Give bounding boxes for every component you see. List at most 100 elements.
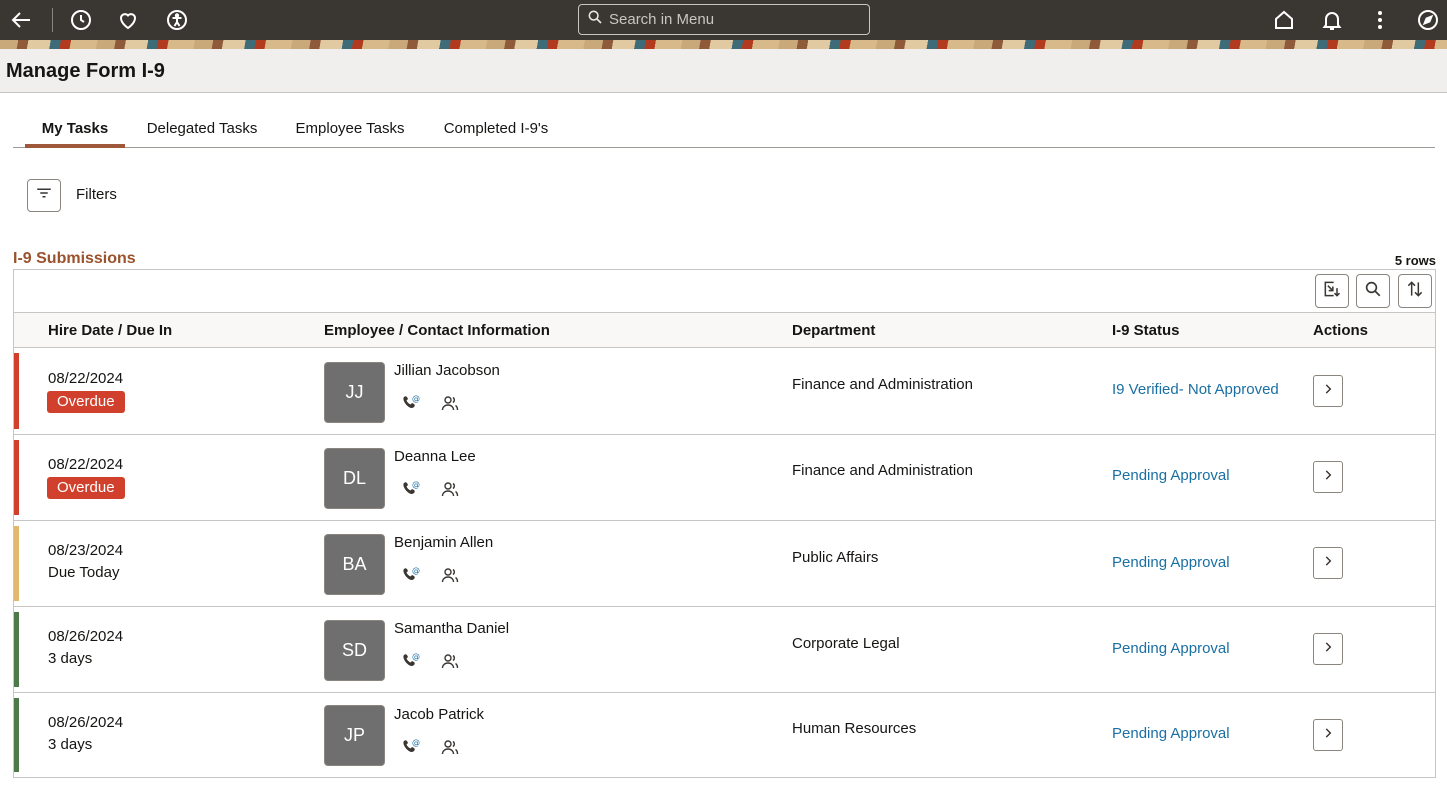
svg-text:@: @ — [412, 566, 420, 575]
decorative-banner — [0, 40, 1447, 49]
employee-name: Deanna Lee — [394, 448, 476, 465]
i9-status-link[interactable]: Pending Approval — [1112, 554, 1230, 571]
chevron-right-icon — [1321, 640, 1335, 659]
avatar: JP — [324, 705, 385, 766]
people-icon[interactable] — [440, 393, 460, 413]
employee-name: Jillian Jacobson — [394, 362, 500, 379]
i9-status-link[interactable]: Pending Approval — [1112, 467, 1230, 484]
contact-info-icon[interactable]: @ — [400, 565, 420, 585]
overdue-badge: Overdue — [47, 477, 125, 499]
tab-my-tasks[interactable]: My Tasks — [25, 108, 125, 148]
chevron-right-icon — [1321, 726, 1335, 745]
i9-status-link[interactable]: I9 Verified- Not Approved — [1112, 381, 1279, 398]
people-icon[interactable] — [440, 737, 460, 757]
export-icon — [1322, 279, 1342, 304]
column-header-employee[interactable]: Employee / Contact Information — [324, 322, 550, 339]
due-in-text: Due Today — [48, 564, 119, 581]
search-icon — [587, 9, 603, 30]
back-arrow-icon[interactable] — [6, 5, 36, 35]
search-input[interactable] — [609, 11, 859, 28]
department: Corporate Legal — [792, 635, 900, 652]
contact-info-icon[interactable]: @ — [400, 479, 420, 499]
row-action-button[interactable] — [1313, 375, 1343, 407]
table-row[interactable]: 08/23/2024 Due Today BA Benjamin Allen @… — [14, 521, 1435, 607]
tab-employee-tasks[interactable]: Employee Tasks — [292, 108, 408, 148]
due-in-text: 3 days — [48, 736, 92, 753]
favorites-heart-icon[interactable] — [113, 5, 143, 35]
column-header-department[interactable]: Department — [792, 322, 875, 339]
avatar: SD — [324, 620, 385, 681]
filters-label: Filters — [76, 186, 117, 203]
export-button[interactable] — [1315, 274, 1349, 308]
grid-title: I-9 Submissions — [13, 250, 136, 268]
i9-status-link[interactable]: Pending Approval — [1112, 640, 1230, 657]
row-action-button[interactable] — [1313, 461, 1343, 493]
due-status-bar — [14, 353, 19, 429]
sort-button[interactable] — [1398, 274, 1432, 308]
row-action-button[interactable] — [1313, 547, 1343, 579]
due-status-bar — [14, 526, 19, 601]
column-header-actions: Actions — [1313, 322, 1368, 339]
employee-name: Samantha Daniel — [394, 620, 509, 637]
column-header-hire-date[interactable]: Hire Date / Due In — [48, 322, 172, 339]
row-action-button[interactable] — [1313, 719, 1343, 751]
table-row[interactable]: 08/22/2024 Overdue JJ Jillian Jacobson @… — [14, 348, 1435, 435]
grid-toolbar — [14, 270, 1435, 313]
due-status-bar — [14, 612, 19, 687]
avatar: JJ — [324, 362, 385, 423]
more-actions-icon[interactable] — [1365, 5, 1395, 35]
table-row[interactable]: 08/26/2024 3 days JP Jacob Patrick @ Hum… — [14, 693, 1435, 777]
tab-completed-i9s[interactable]: Completed I-9's — [440, 108, 552, 148]
top-navigation-bar — [0, 0, 1447, 40]
navigator-compass-icon[interactable] — [1413, 5, 1443, 35]
employee-name: Jacob Patrick — [394, 706, 484, 723]
sort-icon — [1405, 279, 1425, 304]
hire-date: 08/23/2024 — [48, 542, 123, 559]
i9-status-link[interactable]: Pending Approval — [1112, 725, 1230, 742]
chevron-right-icon — [1321, 382, 1335, 401]
contact-info-icon[interactable]: @ — [400, 393, 420, 413]
people-icon[interactable] — [440, 565, 460, 585]
table-row[interactable]: 08/26/2024 3 days SD Samantha Daniel @ C… — [14, 607, 1435, 693]
contact-info-icon[interactable]: @ — [400, 737, 420, 757]
department: Human Resources — [792, 720, 916, 737]
hire-date: 08/26/2024 — [48, 714, 123, 731]
svg-text:@: @ — [412, 394, 420, 403]
toolbar-divider — [52, 8, 53, 32]
avatar: DL — [324, 448, 385, 509]
hire-date: 08/26/2024 — [48, 628, 123, 645]
menu-search-box[interactable] — [578, 4, 870, 35]
svg-text:@: @ — [412, 738, 420, 747]
tab-bar: My Tasks Delegated Tasks Employee Tasks … — [13, 108, 1435, 148]
column-header-i9-status[interactable]: I-9 Status — [1112, 322, 1180, 339]
department: Public Affairs — [792, 549, 878, 566]
table-row[interactable]: 08/22/2024 Overdue DL Deanna Lee @ Finan… — [14, 435, 1435, 521]
filter-icon — [35, 184, 53, 207]
grid-column-headers: Hire Date / Due In Employee / Contact In… — [14, 313, 1435, 348]
recent-history-icon[interactable] — [66, 5, 96, 35]
people-icon[interactable] — [440, 479, 460, 499]
row-count: 5 rows — [1395, 253, 1436, 268]
accessibility-icon[interactable] — [162, 5, 192, 35]
overdue-badge: Overdue — [47, 391, 125, 413]
home-icon[interactable] — [1269, 5, 1299, 35]
filters-button[interactable] — [27, 179, 61, 212]
tab-delegated-tasks[interactable]: Delegated Tasks — [143, 108, 261, 148]
contact-info-icon[interactable]: @ — [400, 651, 420, 671]
due-status-bar — [14, 440, 19, 515]
grid-search-button[interactable] — [1356, 274, 1390, 308]
employee-name: Benjamin Allen — [394, 534, 493, 551]
notifications-bell-icon[interactable] — [1317, 5, 1347, 35]
chevron-right-icon — [1321, 554, 1335, 573]
department: Finance and Administration — [792, 462, 973, 479]
due-status-bar — [14, 698, 19, 772]
avatar: BA — [324, 534, 385, 595]
hire-date: 08/22/2024 — [48, 456, 123, 473]
department: Finance and Administration — [792, 376, 973, 393]
due-in-text: 3 days — [48, 650, 92, 667]
svg-text:@: @ — [412, 480, 420, 489]
people-icon[interactable] — [440, 651, 460, 671]
row-action-button[interactable] — [1313, 633, 1343, 665]
svg-text:@: @ — [412, 652, 420, 661]
submissions-grid: Hire Date / Due In Employee / Contact In… — [13, 269, 1436, 778]
